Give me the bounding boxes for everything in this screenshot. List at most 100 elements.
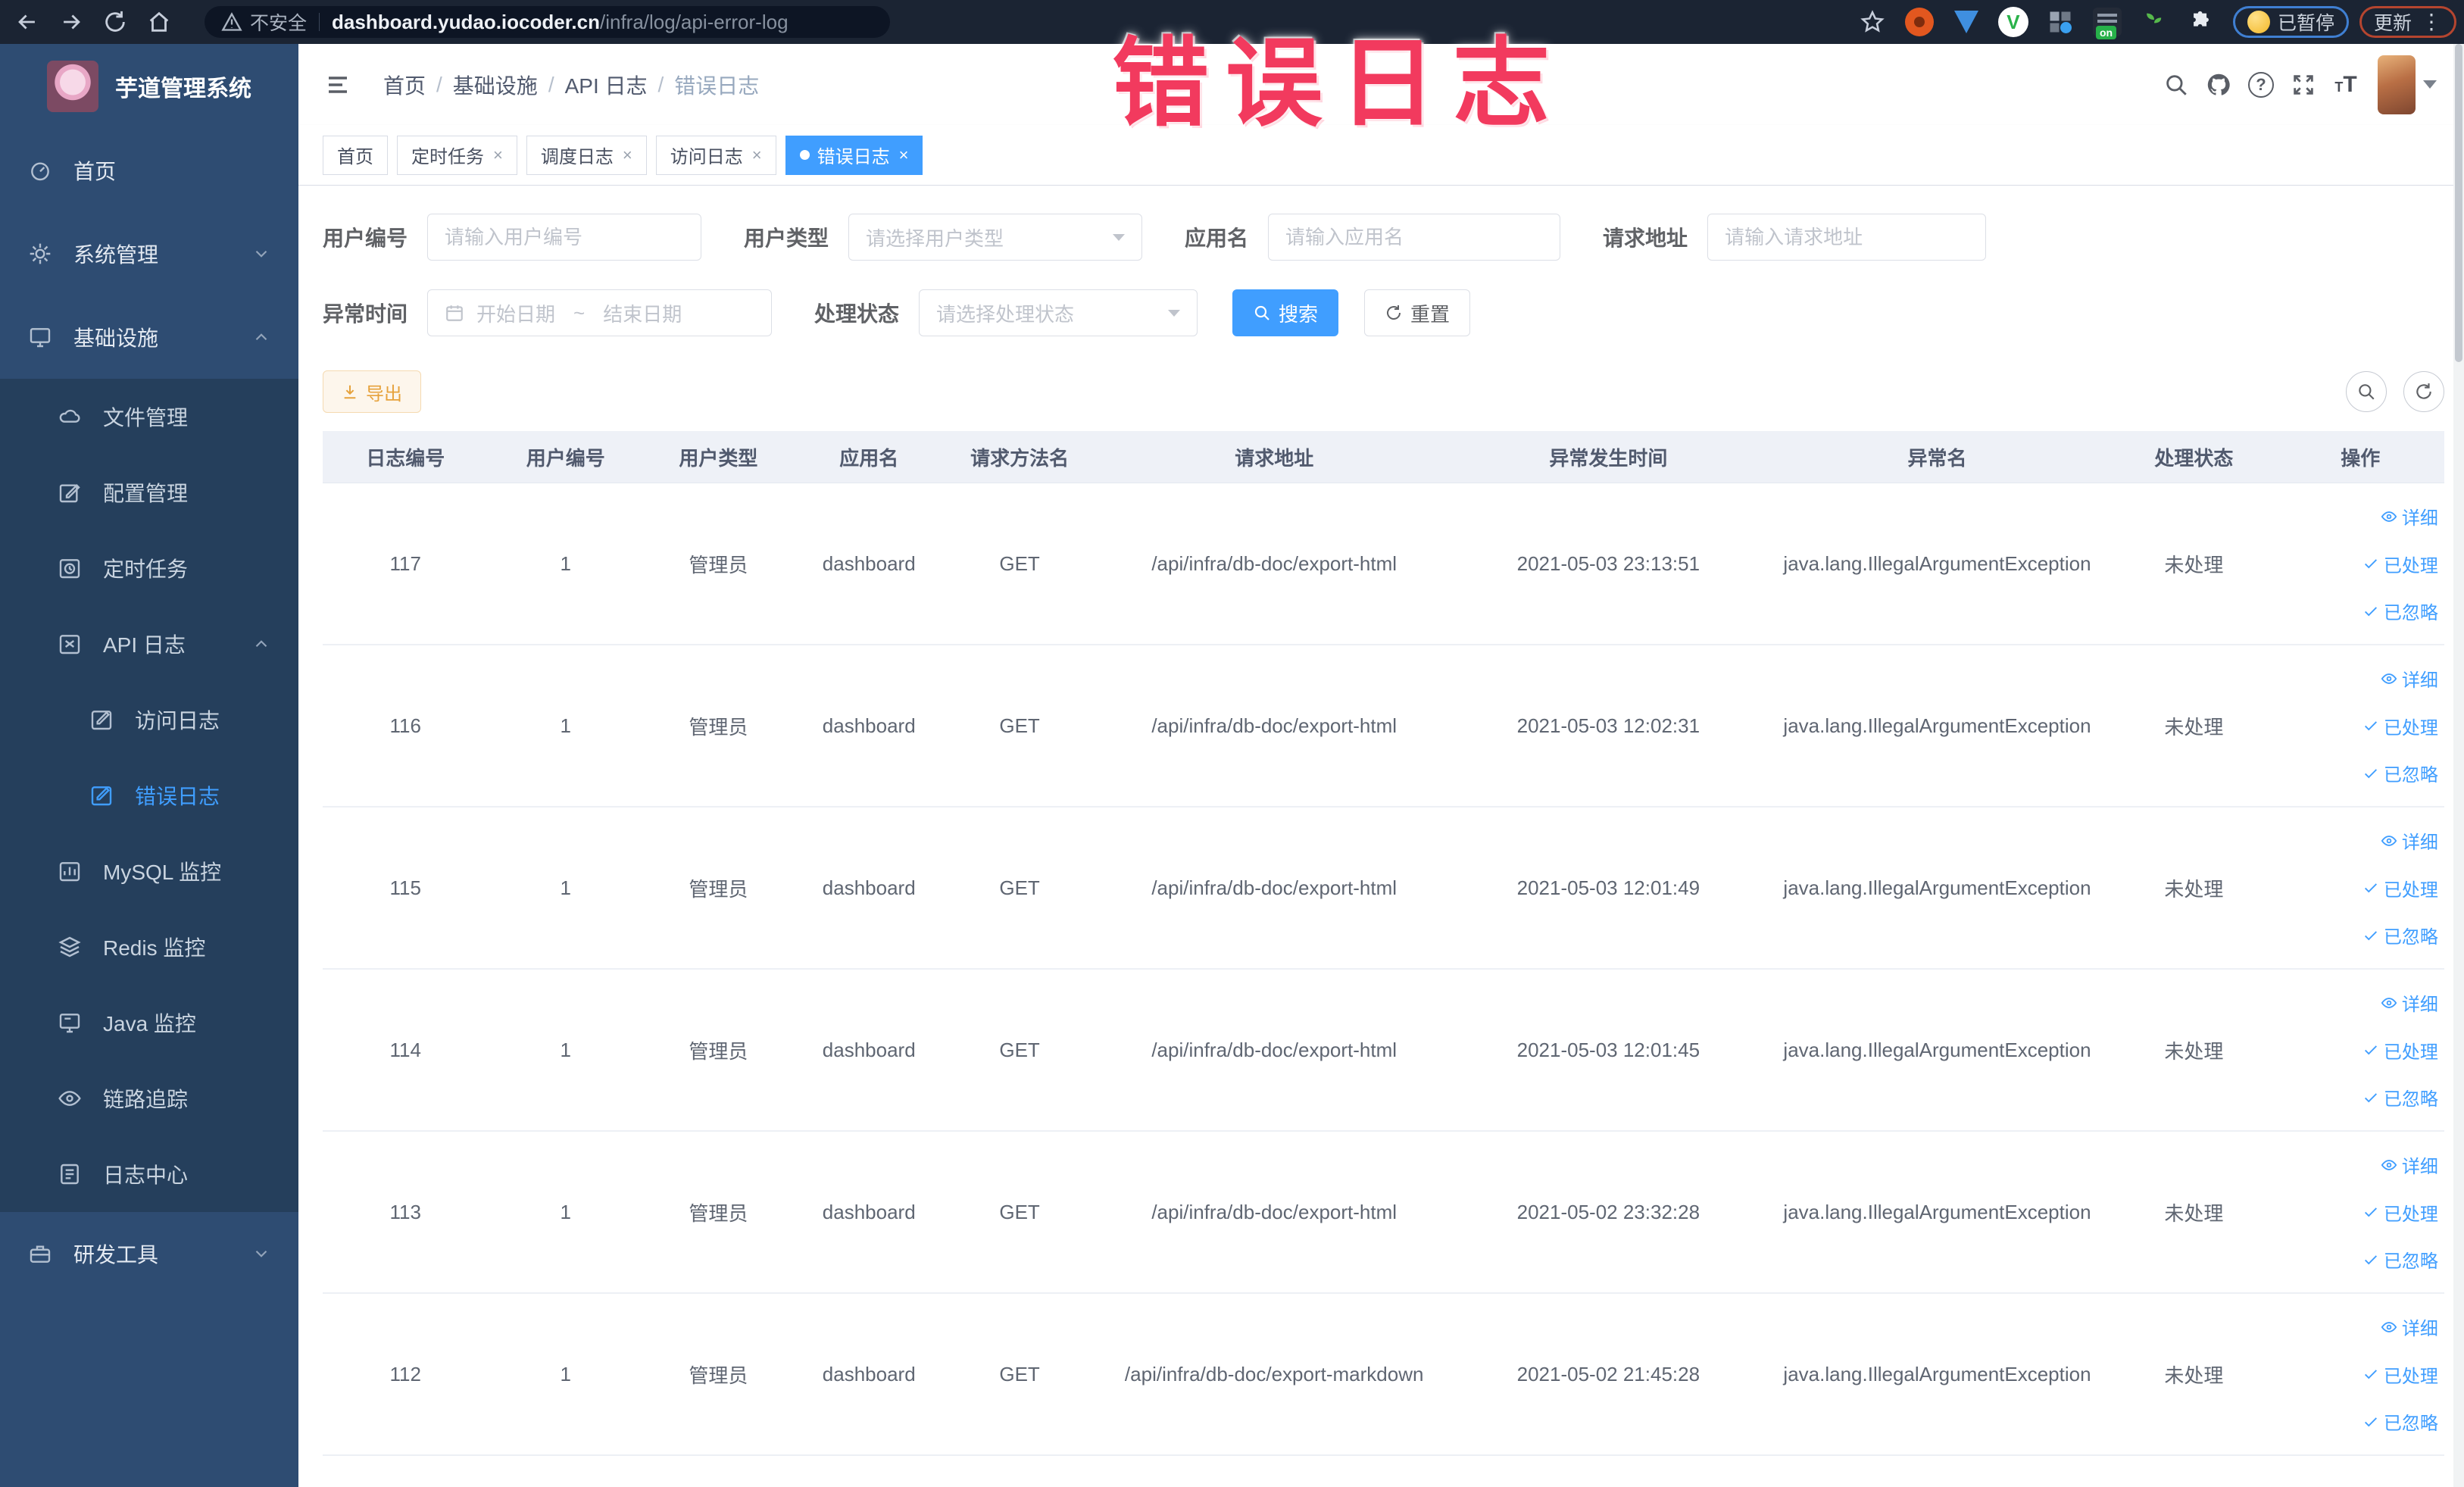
font-size-icon[interactable]: TT [2325, 64, 2367, 106]
security-label[interactable]: 不安全 [250, 8, 307, 36]
export-button[interactable]: 导出 [323, 370, 421, 413]
process-status-select[interactable]: 请选择处理状态 [919, 289, 1198, 336]
browser-extension-icon-green-v[interactable]: V [1997, 7, 2028, 37]
close-icon[interactable]: × [493, 146, 503, 164]
sidebar-item-infrastructure[interactable]: 基础设施 [0, 295, 298, 379]
browser-extension-icon-grid[interactable] [2045, 7, 2075, 37]
exception-time-range-picker[interactable]: 开始日期 ~ 结束日期 [427, 289, 773, 336]
address-bar[interactable]: 不安全 dashboard.yudao.iocoder.cn /infra/lo… [205, 6, 890, 38]
sidebar-item-scheduled-jobs[interactable]: 定时任务 [0, 530, 298, 606]
sidebar-item-java-monitor[interactable]: Java 监控 [0, 985, 298, 1061]
infrastructure-submenu: 文件管理 配置管理 定时任务 API 日志 访问日志 错误日志 MySQL 监控… [0, 379, 298, 1212]
page-scrollbar[interactable] [2453, 44, 2464, 1487]
mark-ignored-link[interactable]: 已忽略 [2363, 1084, 2438, 1111]
app-name-label: 应用名 [1185, 226, 1249, 250]
hamburger-icon[interactable] [323, 70, 353, 100]
browser-extension-icon-on-switch[interactable]: on [2092, 7, 2122, 39]
cell-request-url: /api/infra/db-doc/export-html [1151, 1038, 1398, 1061]
reload-icon[interactable] [98, 5, 132, 39]
extension-paused-pill[interactable]: 已暂停 [2232, 6, 2349, 38]
detail-link[interactable]: 详细 [2381, 989, 2438, 1016]
close-icon[interactable]: × [623, 146, 632, 164]
browser-extension-icon-orange[interactable] [1904, 7, 1935, 37]
url-path: /infra/log/api-error-log [599, 10, 789, 33]
error-log-annotation: 错误日志 [1112, 30, 1567, 138]
detail-link[interactable]: 详细 [2381, 827, 2438, 854]
col-process-status: 处理状态 [2154, 446, 2234, 470]
forward-icon[interactable] [55, 5, 88, 39]
home-icon[interactable] [142, 5, 176, 39]
github-icon[interactable] [2197, 64, 2240, 106]
sidebar-item-error-log[interactable]: 错误日志 [0, 758, 298, 833]
mark-ignored-link[interactable]: 已忽略 [2363, 1408, 2438, 1435]
breadcrumb-api-log[interactable]: API 日志 [565, 70, 648, 100]
app-logo-row[interactable]: 芋道管理系统 [0, 44, 298, 129]
sidebar-item-config-management[interactable]: 配置管理 [0, 455, 298, 530]
browser-extension-icon-blue-shield[interactable] [1951, 7, 1982, 37]
help-icon[interactable]: ? [2240, 64, 2282, 106]
browser-menu-kebab-icon[interactable]: ⋮ [2421, 11, 2442, 33]
detail-link[interactable]: 详细 [2381, 503, 2438, 530]
sidebar-item-home[interactable]: 首页 [0, 129, 298, 212]
sidebar-item-api-log[interactable]: API 日志 [0, 606, 298, 682]
mark-ignored-link[interactable]: 已忽略 [2363, 760, 2438, 786]
sidebar-item-trace[interactable]: 链路追踪 [0, 1061, 298, 1136]
cell-user-type: 管理员 [689, 715, 748, 739]
refresh-icon[interactable] [2403, 371, 2444, 412]
detail-link[interactable]: 详细 [2381, 1314, 2438, 1340]
extensions-puzzle-icon[interactable] [2186, 7, 2216, 37]
search-icon[interactable] [2155, 64, 2197, 106]
mark-processed-link[interactable]: 已处理 [2363, 1199, 2438, 1226]
mark-processed-link[interactable]: 已处理 [2363, 551, 2438, 577]
sidebar-item-devtools[interactable]: 研发工具 [0, 1212, 298, 1295]
navbar-actions: ? TT [2155, 44, 2449, 125]
avatar-caret-down-icon[interactable] [2423, 80, 2437, 89]
browser-extension-icon-sprout[interactable] [2139, 7, 2169, 37]
tab-schedule-log[interactable]: 调度日志 × [526, 135, 647, 175]
form-icon [57, 632, 83, 656]
detail-link[interactable]: 详细 [2381, 665, 2438, 692]
sidebar-item-redis-monitor[interactable]: Redis 监控 [0, 909, 298, 985]
sidebar-item-file-management[interactable]: 文件管理 [0, 379, 298, 455]
mark-processed-link[interactable]: 已处理 [2363, 713, 2438, 739]
reset-button[interactable]: 重置 [1364, 289, 1471, 336]
mark-ignored-link[interactable]: 已忽略 [2363, 598, 2438, 624]
app-name-input[interactable] [1268, 214, 1561, 261]
sidebar-item-mysql-monitor[interactable]: MySQL 监控 [0, 833, 298, 909]
sidebar-item-access-log[interactable]: 访问日志 [0, 682, 298, 758]
user-type-select[interactable]: 请选择用户类型 [848, 214, 1143, 261]
cell-actions: 详细 已处理 已忽略 [2277, 483, 2444, 644]
user-avatar[interactable] [2378, 55, 2416, 114]
form-icon [89, 783, 114, 808]
mark-processed-link[interactable]: 已处理 [2363, 875, 2438, 901]
request-url-input[interactable] [1707, 214, 1987, 261]
gear-icon [27, 242, 53, 266]
back-icon[interactable] [11, 5, 44, 39]
browser-update-pill[interactable]: 更新 ⋮ [2359, 6, 2456, 38]
not-secure-warning-icon [221, 11, 242, 33]
tab-access-log[interactable]: 访问日志 × [655, 135, 776, 175]
user-id-input[interactable] [427, 214, 702, 261]
fullscreen-icon[interactable] [2282, 64, 2325, 106]
mark-ignored-link[interactable]: 已忽略 [2363, 922, 2438, 948]
mark-processed-link[interactable]: 已处理 [2363, 1361, 2438, 1388]
sidebar-item-log-center[interactable]: 日志中心 [0, 1136, 298, 1212]
close-icon[interactable]: × [899, 146, 909, 164]
mark-processed-link[interactable]: 已处理 [2363, 1037, 2438, 1064]
col-user-type: 用户类型 [679, 446, 758, 470]
breadcrumb-infra[interactable]: 基础设施 [453, 70, 538, 100]
page-content: 用户编号 用户类型 请选择用户类型 应用名 请求地址 异常时间 [298, 186, 2464, 1487]
close-icon[interactable]: × [752, 146, 762, 164]
search-toggle-icon[interactable] [2346, 371, 2387, 412]
mark-ignored-link[interactable]: 已忽略 [2363, 1246, 2438, 1273]
breadcrumb-home[interactable]: 首页 [383, 70, 426, 100]
bookmark-star-icon[interactable] [1857, 7, 1888, 37]
sidebar-item-system[interactable]: 系统管理 [0, 212, 298, 295]
scrollbar-thumb[interactable] [2455, 44, 2462, 362]
tab-scheduled-jobs[interactable]: 定时任务 × [397, 135, 517, 175]
cell-log-id: 112 [389, 1362, 421, 1385]
tab-error-log[interactable]: 错误日志 × [785, 135, 923, 175]
detail-link[interactable]: 详细 [2381, 1151, 2438, 1178]
search-button[interactable]: 搜索 [1232, 289, 1339, 336]
tab-home[interactable]: 首页 [323, 135, 388, 175]
